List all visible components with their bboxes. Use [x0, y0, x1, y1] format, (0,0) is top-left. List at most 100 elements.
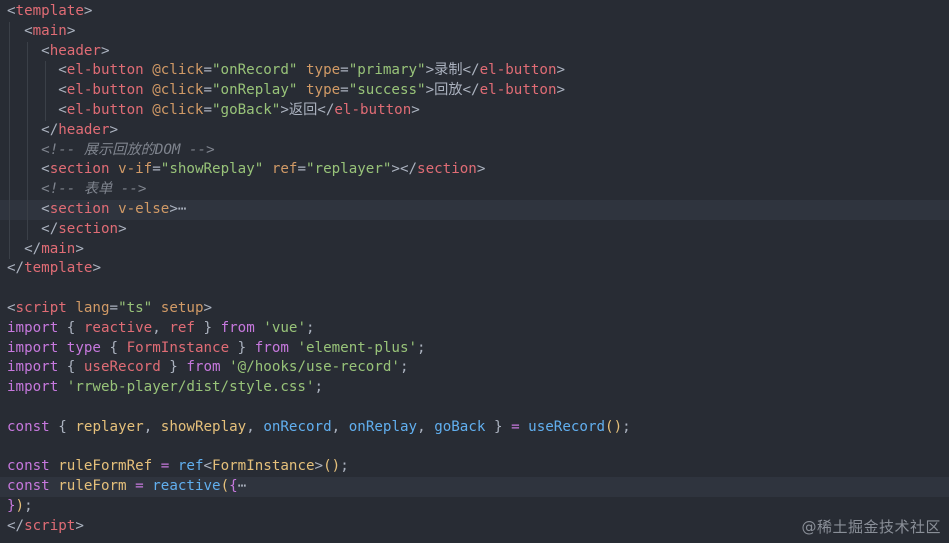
code-line[interactable]: import { reactive, ref } from 'vue';	[0, 319, 949, 339]
code-punctuation: ;	[340, 458, 349, 475]
code-punctuation: </	[317, 101, 335, 118]
indent-guide	[27, 140, 28, 161]
code-line[interactable]	[0, 398, 949, 418]
code-tag-name: header	[49, 42, 101, 59]
code-punctuation: {	[66, 319, 84, 336]
code-punctuation: =	[203, 62, 213, 79]
code-identifier: showReplay	[160, 418, 247, 435]
code-punctuation: >	[203, 299, 213, 316]
code-line[interactable]: import 'rrweb-player/dist/style.css';	[0, 378, 949, 398]
code-line[interactable]: const ruleFormRef = ref<FormInstance>();	[0, 457, 949, 477]
code-punctuation: >	[83, 3, 93, 19]
code-punctuation: >	[66, 22, 76, 39]
code-punctuation: >	[100, 42, 110, 59]
code-function: reactive	[152, 478, 221, 495]
code-string: "replayer"	[306, 161, 392, 178]
code-punctuation: >	[425, 62, 435, 79]
code-punctuation: </	[7, 517, 25, 534]
code-line[interactable]: </main>	[0, 239, 949, 260]
code-punctuation: {	[109, 339, 127, 356]
code-punctuation: ;	[24, 497, 33, 514]
code-editor[interactable]: <template> <main> <header> <el-button @c…	[0, 0, 949, 543]
code-keyword: {	[229, 478, 238, 495]
code-keyword: from	[220, 319, 255, 336]
code-punctuation: }	[229, 339, 255, 356]
code-line[interactable]: import { useRecord } from '@/hooks/use-r…	[0, 358, 949, 378]
code-line[interactable]: <template>	[0, 2, 949, 22]
code-punctuation: >	[109, 121, 119, 138]
code-keyword: import	[7, 339, 59, 356]
code-string: 'vue'	[263, 319, 307, 336]
code-punctuation: >	[476, 161, 486, 178]
fold-ellipsis-icon[interactable]: ⋯	[238, 478, 247, 494]
code-line[interactable]: <script lang="ts" setup>	[0, 299, 949, 319]
code-identifier: (	[220, 478, 230, 495]
indent-guide	[27, 100, 28, 121]
code-tag-name: template	[15, 3, 84, 19]
code-line[interactable]: </header>	[0, 120, 949, 141]
code-punctuation: {	[66, 359, 84, 376]
indent-guide	[9, 199, 10, 220]
code-punctuation: </	[7, 260, 25, 277]
code-line[interactable]: <section v-else>⋯	[0, 199, 949, 220]
indent-guide	[9, 219, 10, 240]
indent-guide	[27, 219, 28, 240]
code-punctuation: >	[118, 220, 127, 237]
code-punctuation: <	[203, 458, 213, 475]
code-string: "showReplay"	[160, 161, 264, 178]
code-punctuation: ,	[417, 418, 435, 435]
code-line[interactable]: <el-button @click="onRecord" type="prima…	[0, 61, 949, 82]
code-function: useRecord	[528, 418, 606, 435]
code-line[interactable]: const { replayer, showReplay, onRecord, …	[0, 418, 949, 438]
indent-guide	[27, 180, 28, 200]
code-string: "onReplay"	[212, 82, 298, 99]
code-function: onReplay	[348, 418, 418, 435]
code-keyword: const	[7, 458, 50, 475]
code-tag-name: script	[15, 299, 67, 316]
indent-guide	[27, 81, 28, 101]
indent-guide	[27, 199, 28, 220]
code-line[interactable]: <main>	[0, 21, 949, 42]
code-tag-name: el-button	[66, 101, 144, 118]
code-line[interactable]: <section v-if="showReplay" ref="replayer…	[0, 160, 949, 181]
code-punctuation: </	[462, 62, 480, 79]
code-punctuation: >	[556, 82, 566, 99]
indent-guide	[27, 120, 28, 141]
code-line[interactable]	[0, 279, 949, 299]
code-line[interactable]: <header>	[0, 41, 949, 62]
code-line[interactable]: <!-- 表单 -->	[0, 180, 949, 200]
code-line[interactable]: const ruleForm = reactive({⋯	[0, 477, 949, 497]
code-punctuation: }	[485, 418, 512, 435]
code-line[interactable]: import type { FormInstance } from 'eleme…	[0, 339, 949, 359]
code-tag-name: section	[58, 220, 119, 237]
code-line[interactable]: </section>	[0, 219, 949, 240]
code-tag-name: el-button	[66, 62, 144, 79]
code-keyword: from	[186, 359, 221, 376]
code-keyword: const	[7, 418, 50, 435]
code-line[interactable]	[0, 438, 949, 458]
code-line[interactable]: <el-button @click="goBack">返回</el-button…	[0, 100, 949, 121]
code-punctuation: </	[462, 82, 480, 99]
code-tag-name: section	[49, 161, 110, 178]
indent-guide	[27, 61, 28, 82]
code-keyword: import	[7, 379, 59, 396]
code-line[interactable]: <el-button @click="onReplay" type="succe…	[0, 81, 949, 101]
fold-ellipsis-icon[interactable]: ⋯	[178, 201, 187, 217]
code-punctuation: =	[340, 82, 349, 99]
code-line[interactable]: <!-- 展示回放的DOM -->	[0, 140, 949, 161]
code-line[interactable]: </template>	[0, 259, 949, 279]
code-line[interactable]: });	[0, 497, 949, 517]
